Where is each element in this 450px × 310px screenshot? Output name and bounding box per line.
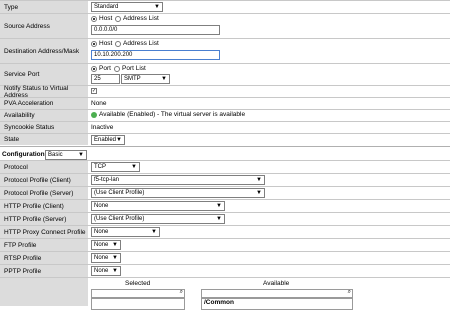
available-list-header: Available bbox=[263, 280, 290, 287]
destination-address-input[interactable]: 10.10.200.200 bbox=[91, 50, 220, 60]
chevron-down-icon: ▼ bbox=[256, 177, 262, 183]
http-profile-client-label: HTTP Profile (Client) bbox=[4, 202, 64, 210]
dest-host-label: Host bbox=[99, 40, 113, 47]
source-address-label: Source Address bbox=[4, 22, 50, 30]
rtsp-profile-label: RTSP Profile bbox=[4, 254, 42, 262]
ftp-profile-select[interactable]: None ▼ bbox=[91, 240, 121, 250]
type-select[interactable]: Standard ▼ bbox=[91, 2, 163, 12]
search-icon: ⌕ bbox=[179, 289, 183, 295]
chevron-down-icon: ▼ bbox=[78, 152, 84, 158]
chevron-down-icon: ▼ bbox=[112, 255, 118, 261]
service-port-radio[interactable] bbox=[91, 66, 97, 72]
http-proxy-connect-select[interactable]: None ▼ bbox=[91, 227, 160, 237]
available-list-item[interactable]: /Common bbox=[204, 299, 234, 306]
source-address-input[interactable]: 0.0.0.0/0 bbox=[91, 25, 220, 35]
chevron-down-icon: ▼ bbox=[256, 190, 262, 196]
search-icon: ⌕ bbox=[347, 289, 351, 295]
chevron-down-icon: ▼ bbox=[154, 4, 160, 10]
availability-value: Available (Enabled) - The virtual server… bbox=[99, 111, 246, 118]
selected-list-header: Selected bbox=[125, 280, 151, 287]
notify-checkbox[interactable]: ✓ bbox=[91, 88, 97, 94]
http-proxy-connect-label: HTTP Proxy Connect Profile bbox=[4, 228, 86, 236]
protocol-profile-client-label: Protocol Profile (Client) bbox=[4, 176, 71, 184]
service-protocol-select[interactable]: SMTP ▼ bbox=[121, 74, 170, 84]
available-list[interactable]: /Common bbox=[201, 298, 353, 310]
protocol-profile-client-select[interactable]: f5-tcp-lan ▼ bbox=[91, 175, 265, 185]
chevron-down-icon: ▼ bbox=[112, 242, 118, 248]
protocol-profile-server-select[interactable]: (Use Client Profile) ▼ bbox=[91, 188, 265, 198]
source-host-radio[interactable] bbox=[91, 16, 97, 22]
chevron-down-icon: ▼ bbox=[161, 76, 167, 82]
chevron-down-icon: ▼ bbox=[216, 203, 222, 209]
configuration-label: Configuration: bbox=[2, 151, 47, 158]
ftp-profile-label: FTP Profile bbox=[4, 241, 37, 249]
source-list-label: Address List bbox=[123, 15, 159, 22]
state-label: State bbox=[4, 136, 20, 143]
source-list-radio[interactable] bbox=[115, 16, 121, 22]
http-profile-client-select[interactable]: None ▼ bbox=[91, 201, 225, 211]
http-profile-server-select[interactable]: (Use Client Profile) ▼ bbox=[91, 214, 225, 224]
available-filter-input[interactable]: ⌕ bbox=[201, 289, 353, 298]
pptp-profile-label: PPTP Profile bbox=[4, 267, 42, 275]
chevron-down-icon: ▼ bbox=[216, 216, 222, 222]
destination-label: Destination Address/Mask bbox=[4, 47, 80, 55]
state-select[interactable]: Enabled ▼ bbox=[91, 135, 125, 145]
type-label: Type bbox=[4, 3, 19, 11]
configuration-mode-select[interactable]: Basic ▼ bbox=[45, 150, 87, 160]
dest-list-label: Address List bbox=[123, 40, 159, 47]
dest-host-radio[interactable] bbox=[91, 41, 97, 47]
protocol-label: Protocol bbox=[4, 163, 28, 171]
pva-label: PVA Acceleration bbox=[4, 100, 54, 107]
chevron-down-icon: ▼ bbox=[112, 268, 118, 274]
syncookie-value: Inactive bbox=[91, 124, 114, 131]
service-portlist-label: Port List bbox=[122, 65, 146, 72]
http-profile-server-label: HTTP Profile (Server) bbox=[4, 215, 67, 223]
chevron-down-icon: ▼ bbox=[151, 229, 157, 235]
selected-filter-input[interactable]: ⌕ bbox=[91, 289, 185, 298]
rtsp-profile-select[interactable]: None ▼ bbox=[91, 253, 121, 263]
service-portlist-radio[interactable] bbox=[114, 66, 120, 72]
dest-list-radio[interactable] bbox=[115, 41, 121, 47]
service-port-option-label: Port bbox=[99, 65, 111, 72]
syncookie-label: Syncookie Status bbox=[4, 124, 55, 131]
source-host-label: Host bbox=[99, 15, 113, 22]
availability-label: Availability bbox=[4, 112, 35, 119]
pptp-profile-select[interactable]: None ▼ bbox=[91, 266, 121, 276]
pva-value: None bbox=[91, 100, 107, 107]
chevron-down-icon: ▼ bbox=[116, 137, 122, 143]
protocol-select[interactable]: TCP ▼ bbox=[91, 162, 140, 172]
chevron-down-icon: ▼ bbox=[131, 164, 137, 170]
service-port-input[interactable]: 25 bbox=[91, 74, 120, 84]
protocol-profile-server-label: Protocol Profile (Server) bbox=[4, 189, 74, 197]
status-available-icon bbox=[91, 112, 97, 118]
selected-list[interactable] bbox=[91, 298, 185, 310]
service-port-label: Service Port bbox=[4, 71, 40, 78]
